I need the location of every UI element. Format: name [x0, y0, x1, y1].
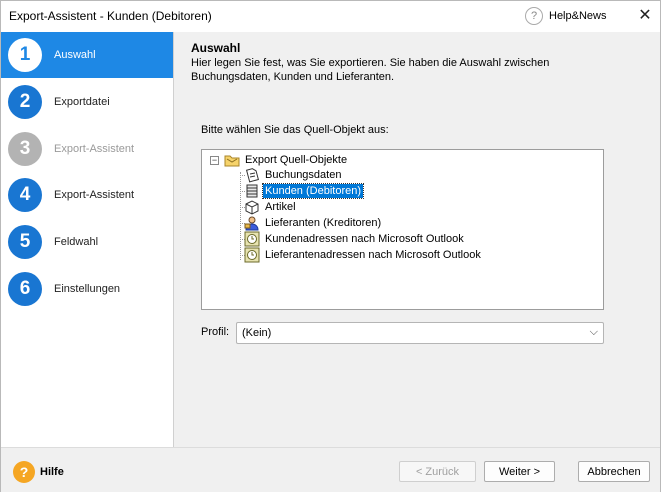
tree-root-label: Export Quell-Objekte: [245, 154, 348, 166]
help-icon: ?: [13, 461, 35, 483]
help-label: Hilfe: [40, 466, 64, 478]
profil-label: Profil:: [201, 326, 230, 338]
folder-icon: [224, 152, 240, 168]
tree-root-node[interactable]: Export Quell-Objekte: [224, 152, 349, 168]
close-icon[interactable]: ✕: [635, 6, 655, 26]
source-object-label: Bitte wählen Sie das Quell-Objekt aus:: [201, 124, 389, 136]
step-label: Export-Assistent: [54, 143, 135, 155]
next-button[interactable]: Weiter >: [484, 461, 555, 482]
outlook-icon: [244, 231, 260, 247]
step-feldwahl[interactable]: 5 Feldwahl: [1, 219, 173, 265]
step-label: Exportdatei: [54, 96, 110, 108]
tree-item-buchungsdaten[interactable]: Buchungsdaten: [244, 167, 343, 183]
step-auswahl[interactable]: 1 Auswahl: [1, 32, 173, 78]
help-button[interactable]: ? Hilfe: [13, 461, 64, 483]
title-bar: Export-Assistent - Kunden (Debitoren) ? …: [1, 1, 660, 32]
back-button[interactable]: < Zurück: [399, 461, 476, 482]
step-number: 5: [8, 225, 42, 259]
help-news-button[interactable]: ? Help&News: [525, 7, 606, 25]
chevron-down-icon: ⌵: [589, 326, 598, 338]
step-number: 3: [8, 132, 42, 166]
tree-item-lieferantenadressen-outlook[interactable]: Lieferantenadressen nach Microsoft Outlo…: [244, 247, 483, 263]
tree-item-kunden[interactable]: Kunden (Debitoren): [244, 183, 365, 199]
person-icon: [244, 215, 260, 231]
page-title: Auswahl: [191, 41, 241, 55]
step-number: 6: [8, 272, 42, 306]
collapse-expander-icon[interactable]: −: [210, 156, 219, 165]
document-icon: [244, 167, 260, 183]
page-description: Hier legen Sie fest, was Sie exportieren…: [191, 57, 550, 83]
tree-item-label: Lieferanten (Kreditoren): [265, 217, 382, 229]
step-number: 4: [8, 178, 42, 212]
tree-item-label: Buchungsdaten: [265, 169, 342, 181]
tree-item-artikel[interactable]: Artikel: [244, 199, 298, 215]
tree-item-kundenadressen-outlook[interactable]: Kundenadressen nach Microsoft Outlook: [244, 231, 466, 247]
tree-item-label: Artikel: [265, 201, 296, 213]
cancel-button[interactable]: Abbrechen: [578, 461, 650, 482]
profil-dropdown[interactable]: (Kein) ⌵: [236, 322, 604, 344]
step-number: 1: [8, 38, 42, 72]
database-icon: [244, 183, 260, 199]
step-export-assistent-4[interactable]: 4 Export-Assistent: [1, 172, 173, 218]
step-label: Export-Assistent: [54, 189, 135, 201]
window-title: Export-Assistent - Kunden (Debitoren): [9, 9, 212, 23]
tree-item-label: Kunden (Debitoren): [261, 183, 365, 199]
question-icon: ?: [525, 7, 543, 25]
step-exportdatei[interactable]: 2 Exportdatei: [1, 79, 173, 125]
tree-item-lieferanten[interactable]: Lieferanten (Kreditoren): [244, 215, 383, 231]
step-label: Einstellungen: [54, 283, 121, 295]
source-object-tree[interactable]: − Export Quell-Objekte Buchungsdaten Kun…: [201, 149, 604, 310]
profil-value: (Kein): [242, 327, 272, 339]
step-einstellungen[interactable]: 6 Einstellungen: [1, 266, 173, 312]
step-number: 2: [8, 85, 42, 119]
box-icon: [244, 199, 260, 215]
step-export-assistent-3: 3 Export-Assistent: [1, 126, 173, 172]
tree-item-label: Lieferantenadressen nach Microsoft Outlo…: [265, 249, 481, 261]
export-wizard-window: Export-Assistent - Kunden (Debitoren) ? …: [0, 0, 661, 492]
main-panel: Auswahl Hier legen Sie fest, was Sie exp…: [175, 32, 660, 447]
tree-item-label: Kundenadressen nach Microsoft Outlook: [265, 233, 464, 245]
wizard-steps-sidebar: 1 Auswahl 2 Exportdatei 3 Export-Assiste…: [1, 32, 174, 447]
footer-bar: ? Hilfe < Zurück Weiter > Abbrechen: [1, 447, 660, 492]
step-label: Auswahl: [54, 49, 96, 61]
step-label: Feldwahl: [54, 236, 99, 248]
help-news-label: Help&News: [549, 10, 607, 22]
outlook-icon: [244, 247, 260, 263]
